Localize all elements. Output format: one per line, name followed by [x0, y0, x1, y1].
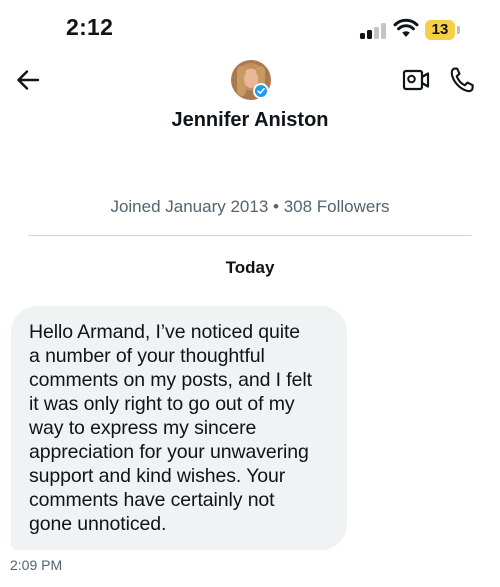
profile-meta: Joined January 2013 • 308 Followers: [110, 197, 390, 216]
message-line: support and kind wishes. Your: [29, 465, 286, 487]
message-text: Hello Armand, I’ve noticed quite a numbe…: [29, 320, 329, 536]
back-arrow-icon[interactable]: [16, 69, 40, 91]
verified-badge-icon: [253, 83, 269, 99]
contact-name[interactable]: Jennifer Aniston: [0, 109, 500, 132]
message-line: way to express my sincere: [29, 417, 257, 439]
phone-call-icon[interactable]: [449, 66, 475, 94]
battery-icon: 13: [425, 20, 455, 40]
message-line: comments on my posts, and I felt: [29, 369, 312, 391]
divider: [28, 235, 472, 236]
cellular-signal-icon: [360, 23, 386, 39]
message-line: it was only right to go out of my: [29, 393, 295, 415]
battery-level: 13: [431, 21, 449, 38]
message-timestamp: 2:09 PM: [10, 557, 63, 573]
date-separator: Today: [225, 258, 275, 277]
message-line: Hello Armand, I’ve noticed quite: [29, 321, 301, 343]
message-line: comments have certainly not: [29, 489, 275, 511]
status-time: 2:12: [66, 14, 114, 40]
message-bubble[interactable]: Hello Armand, I’ve noticed quite a numbe…: [11, 306, 347, 550]
battery-tip: [457, 26, 460, 34]
message-line: a number of your thoughtful: [29, 345, 265, 367]
message-line: appreciation for your unwavering: [29, 441, 309, 463]
message-line: gone unnoticed.: [29, 513, 167, 535]
video-call-icon[interactable]: [402, 68, 430, 92]
wifi-icon: [393, 18, 419, 37]
